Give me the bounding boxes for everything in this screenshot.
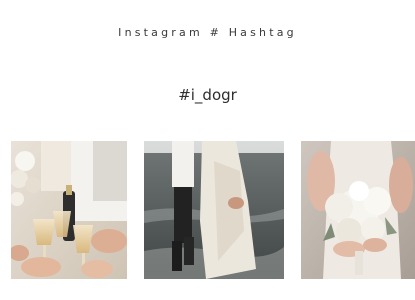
couple-beach-image (144, 141, 284, 279)
section-title: Instagram # Hashtag (118, 26, 297, 39)
instagram-photo-champagne-toast[interactable] (11, 141, 127, 279)
champagne-toast-image (11, 141, 127, 279)
instagram-photo-bridal-bouquet[interactable] (301, 141, 415, 279)
instagram-gallery (0, 141, 415, 279)
bridal-bouquet-image (301, 141, 415, 279)
instagram-photo-couple-beach[interactable] (144, 141, 284, 279)
instagram-hashtag-section: Instagram # Hashtag #i_dogr (0, 0, 415, 300)
hashtag-link[interactable]: #i_dogr (0, 86, 415, 104)
